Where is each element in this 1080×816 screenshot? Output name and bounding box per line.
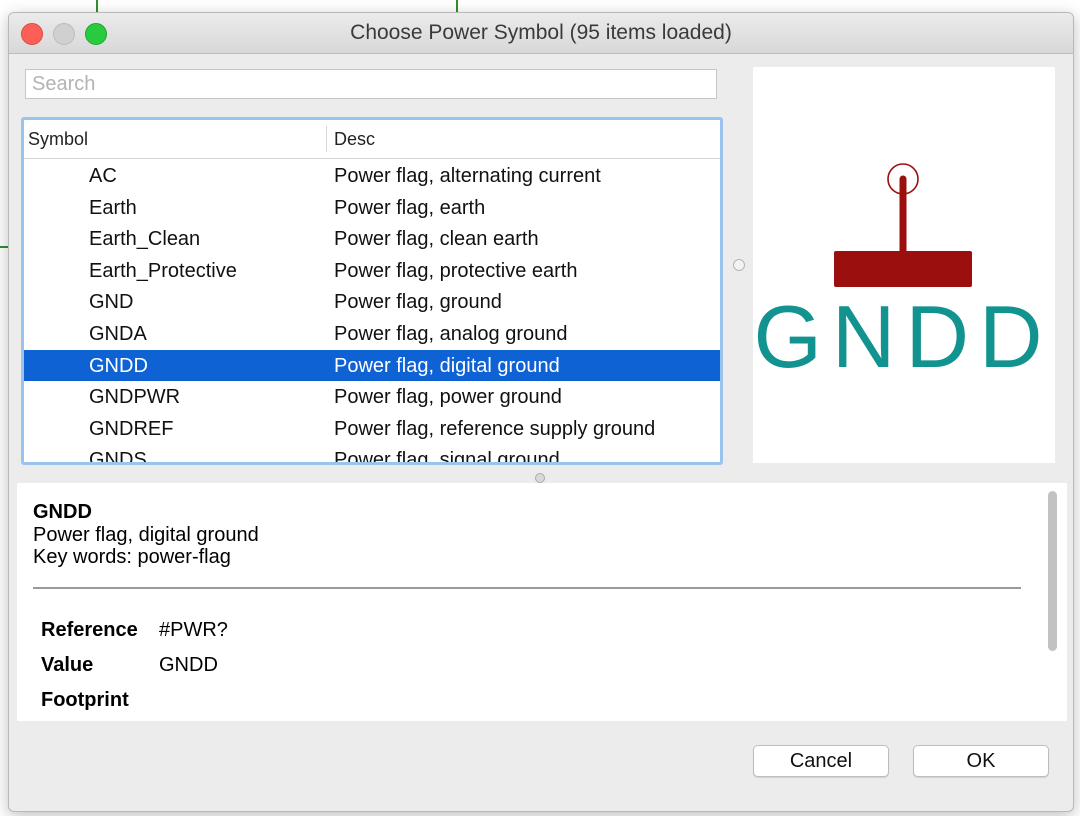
window-title: Choose Power Symbol (95 items loaded) — [350, 21, 732, 44]
row-symbol: GNDA — [89, 322, 147, 345]
row-symbol: GNDPWR — [89, 386, 181, 409]
symbol-details-panel: GNDD Power flag, digital ground Key word… — [17, 483, 1067, 721]
symbol-label: GNDD — [753, 287, 1052, 386]
table-row[interactable]: AC Power flag, alternating current — [24, 160, 720, 192]
list-header: Symbol Desc — [24, 120, 720, 159]
field-value: GNDD — [159, 654, 218, 676]
symbol-list[interactable]: Symbol Desc AC Power flag, alternating c… — [21, 117, 723, 465]
vertical-splitter-handle[interactable] — [733, 259, 745, 271]
schematic-wire — [96, 0, 98, 12]
field-key: Value — [41, 654, 94, 676]
table-row[interactable]: Earth_Clean Power flag, clean earth — [24, 223, 720, 255]
row-desc: Power flag, clean earth — [334, 228, 539, 251]
row-symbol: AC — [89, 165, 117, 187]
detail-keywords: Key words: power-flag — [33, 546, 231, 568]
row-desc: Power flag, signal ground — [334, 449, 560, 465]
row-desc: Power flag, reference supply ground — [334, 417, 656, 440]
ok-button[interactable]: OK — [913, 745, 1049, 777]
search-input[interactable] — [25, 69, 717, 99]
row-symbol: Earth_Clean — [89, 228, 201, 251]
row-symbol: Earth — [89, 196, 137, 219]
list-rows: AC Power flag, alternating current Earth… — [24, 160, 720, 465]
row-symbol: GNDD — [89, 354, 148, 377]
row-desc: Power flag, ground — [334, 291, 502, 314]
row-desc: Power flag, digital ground — [334, 354, 560, 377]
row-symbol: GND — [89, 291, 134, 314]
row-desc: Power flag, power ground — [334, 386, 562, 409]
cancel-button[interactable]: Cancel — [753, 745, 889, 777]
column-header-symbol[interactable]: Symbol — [28, 129, 88, 150]
field-value-row: Value GNDD — [41, 654, 218, 677]
horizontal-splitter-handle[interactable] — [535, 473, 545, 483]
field-value: #PWR? — [159, 619, 228, 641]
row-desc: Power flag, analog ground — [334, 322, 568, 345]
table-row[interactable]: GNDS Power flag, signal ground — [24, 444, 720, 465]
title-bar[interactable]: Choose Power Symbol (95 items loaded) — [9, 13, 1073, 54]
symbol-preview: GNDD — [753, 67, 1055, 463]
table-row[interactable]: Earth Power flag, earth — [24, 192, 720, 224]
row-desc: Power flag, alternating current — [334, 165, 601, 187]
detail-description: Power flag, digital ground — [33, 524, 259, 546]
column-divider[interactable] — [326, 126, 327, 152]
table-row[interactable]: GND Power flag, ground — [24, 286, 720, 318]
detail-name: GNDD — [33, 501, 92, 523]
table-row[interactable]: GNDPWR Power flag, power ground — [24, 381, 720, 413]
row-desc: Power flag, earth — [334, 196, 486, 219]
details-scrollbar-thumb[interactable] — [1048, 491, 1057, 651]
row-symbol: Earth_Protective — [89, 259, 237, 282]
ground-bar — [834, 251, 972, 287]
table-row[interactable]: GNDD Power flag, digital ground — [24, 349, 720, 382]
row-symbol: GNDREF — [89, 417, 174, 440]
divider — [33, 587, 1021, 589]
row-desc: Power flag, protective earth — [334, 259, 578, 282]
field-footprint: Footprint — [41, 689, 159, 712]
choose-power-symbol-dialog: Choose Power Symbol (95 items loaded) Sy… — [8, 12, 1074, 812]
field-key: Footprint — [41, 689, 129, 711]
field-reference: Reference #PWR? — [41, 619, 228, 642]
field-key: Reference — [41, 619, 138, 641]
column-header-desc[interactable]: Desc — [334, 129, 375, 150]
table-row[interactable]: Earth_Protective Power flag, protective … — [24, 255, 720, 287]
gndd-symbol-graphic: GNDD — [753, 163, 1052, 386]
row-symbol: GNDS — [89, 449, 147, 465]
schematic-wire — [0, 246, 8, 248]
table-row[interactable]: GNDA Power flag, analog ground — [24, 318, 720, 350]
schematic-wire — [456, 0, 458, 12]
table-row[interactable]: GNDREF Power flag, reference supply grou… — [24, 413, 720, 445]
